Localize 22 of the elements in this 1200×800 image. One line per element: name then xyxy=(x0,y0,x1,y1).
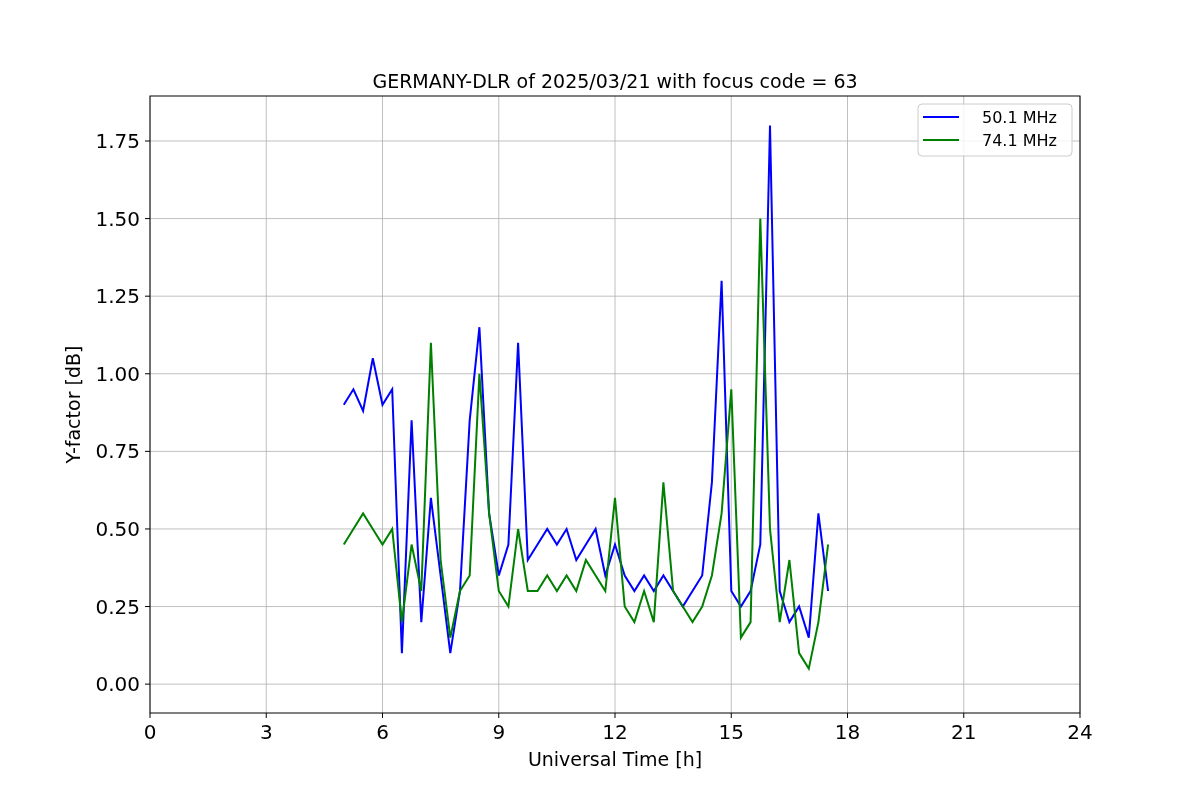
x-tick-label: 9 xyxy=(492,720,506,744)
legend-label: 74.1 MHz xyxy=(982,131,1057,150)
x-tick-label: 24 xyxy=(1067,720,1093,744)
y-tick-label: 0.25 xyxy=(95,594,140,619)
x-tick-label: 6 xyxy=(376,720,389,744)
x-tick-label: 0 xyxy=(143,720,157,744)
y-tick-label: 0.50 xyxy=(95,516,140,541)
y-axis-label: Y-factor [dB] xyxy=(62,345,84,464)
x-tick-label: 12 xyxy=(602,720,628,744)
x-axis-label: Universal Time [h] xyxy=(527,748,703,770)
y-tick-label: 1.50 xyxy=(95,206,140,231)
x-tick-label: 15 xyxy=(718,720,744,744)
y-tick-label: 0.75 xyxy=(95,439,140,464)
x-tick-label: 18 xyxy=(834,720,861,744)
y-tick-label: 0.00 xyxy=(95,672,140,697)
legend-label: 50.1 MHz xyxy=(982,108,1057,127)
x-tick-label: 3 xyxy=(259,720,273,744)
y-tick-label: 1.00 xyxy=(95,361,140,386)
y-tick-label: 1.25 xyxy=(95,284,140,309)
x-tick-label: 21 xyxy=(951,720,977,744)
chart-title: GERMANY-DLR of 2025/03/21 with focus code = 63 xyxy=(372,70,858,92)
y-tick-label: 1.75 xyxy=(95,129,140,153)
